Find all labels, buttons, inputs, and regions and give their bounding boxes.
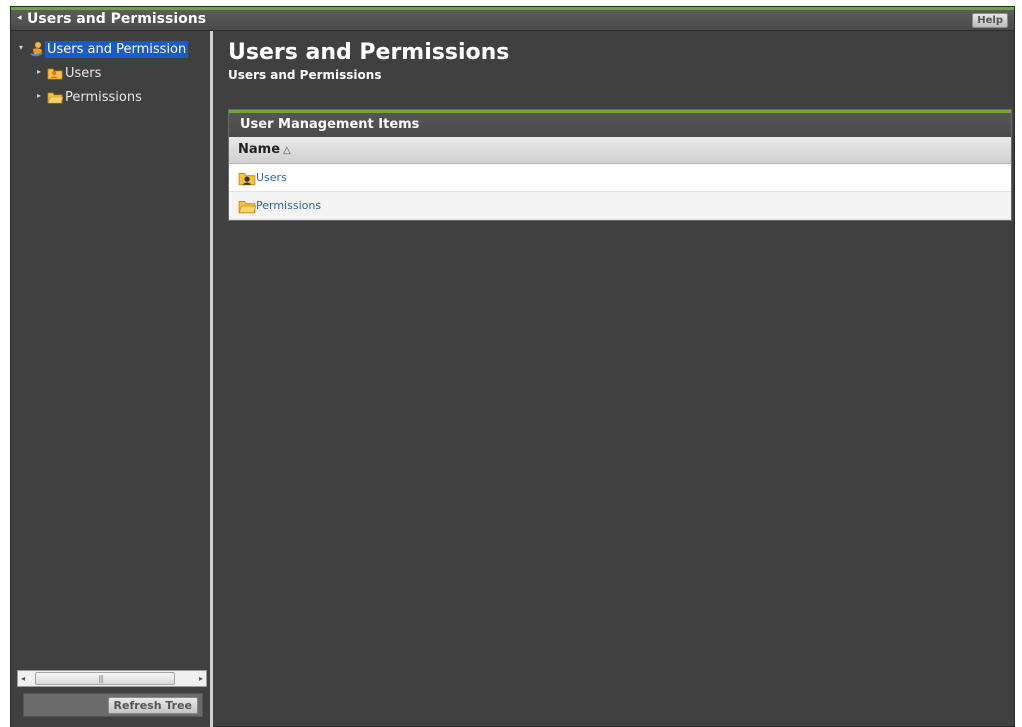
- sort-ascending-icon[interactable]: △: [283, 145, 291, 156]
- page-title: Users and Permissions: [228, 40, 510, 65]
- panel-header: User Management Items: [229, 110, 1011, 137]
- table-row: Users: [229, 164, 1011, 192]
- sidebar: ▾ Users and Permission ▸ Users ▸ Permiss…: [11, 31, 213, 727]
- permissions-link[interactable]: Permissions: [256, 199, 321, 212]
- back-arrow-icon[interactable]: ◂: [17, 13, 22, 23]
- refresh-bar: Refresh Tree: [23, 693, 203, 717]
- collapsed-arrow-icon[interactable]: ▸: [37, 67, 41, 76]
- title-bar: ◂ Users and Permissions Help: [11, 7, 1014, 31]
- collapsed-arrow-icon[interactable]: ▸: [37, 91, 41, 100]
- user-management-panel: User Management Items Name △ Users Permi…: [228, 109, 1012, 221]
- table-row: Permissions: [229, 192, 1011, 220]
- horizontal-scrollbar[interactable]: ◂ ||| ▸: [17, 670, 207, 687]
- users-folder-icon: [47, 65, 63, 81]
- refresh-tree-button[interactable]: Refresh Tree: [107, 697, 198, 714]
- users-folder-icon: [238, 169, 256, 187]
- scroll-left-icon[interactable]: ◂: [21, 674, 25, 683]
- tree-item-users-and-permissions[interactable]: ▾ Users and Permission: [19, 41, 211, 59]
- users-link[interactable]: Users: [256, 171, 287, 184]
- folder-icon: [238, 197, 257, 215]
- users-permissions-icon: [29, 41, 45, 57]
- help-button[interactable]: Help: [972, 13, 1008, 28]
- name-column-header[interactable]: Name △: [229, 137, 1011, 164]
- grip-icon: |||: [98, 674, 104, 683]
- tree-item-label[interactable]: Permissions: [65, 89, 142, 106]
- app-window: ◂ Users and Permissions Help ▾ Users and…: [10, 6, 1015, 727]
- tree-item-label[interactable]: Users: [65, 65, 101, 82]
- expand-arrow-icon[interactable]: ▾: [19, 43, 23, 52]
- page-subtitle: Users and Permissions: [228, 68, 382, 82]
- scroll-right-icon[interactable]: ▸: [199, 674, 203, 683]
- tree-item-label[interactable]: Users and Permission: [45, 41, 189, 58]
- column-label[interactable]: Name: [238, 142, 280, 157]
- folder-icon: [47, 89, 64, 105]
- main-content: Users and Permissions Users and Permissi…: [216, 31, 1014, 727]
- window-title: Users and Permissions: [27, 11, 207, 27]
- scroll-thumb[interactable]: |||: [35, 672, 175, 685]
